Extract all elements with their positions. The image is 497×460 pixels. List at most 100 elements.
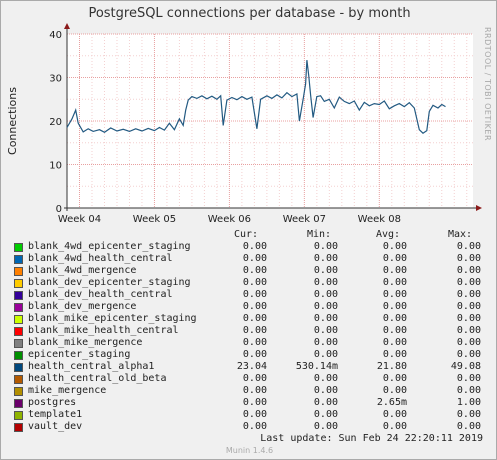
legend-value-cur: 0.00: [242, 325, 267, 336]
legend-swatch: [14, 255, 23, 264]
legend-row: health_central_alpha1 23.04 530.14m 21.80 49…: [1, 361, 496, 373]
legend-swatch: [14, 327, 23, 336]
legend-value-max: 0.00: [456, 265, 481, 276]
legend-value-avg: 0.00: [382, 277, 407, 288]
legend-value-min: 0.00: [313, 277, 338, 288]
legend-swatch: [14, 387, 23, 396]
legend-value-avg: 2.65m: [376, 397, 407, 408]
legend-swatch: [14, 303, 23, 312]
legend-row: postgres 0.00 0.00 2.65m 1.00: [1, 397, 496, 409]
legend-series-name: health_central_old_beta: [28, 373, 167, 384]
legend-value-min: 0.00: [313, 373, 338, 384]
legend-series-name: blank_4wd_health_central: [28, 253, 173, 264]
legend-value-cur: 0.00: [242, 385, 267, 396]
legend-value-cur: 0.00: [242, 409, 267, 420]
legend-value-min: 0.00: [313, 265, 338, 276]
legend-value-cur: 0.00: [242, 289, 267, 300]
legend-header-min: Min:: [307, 229, 332, 240]
legend-value-min: 0.00: [313, 253, 338, 264]
legend-value-cur: 0.00: [242, 397, 267, 408]
legend-value-cur: 0.00: [242, 421, 267, 432]
legend-series-name: postgres: [28, 397, 77, 408]
legend-series-name: epicenter_staging: [28, 349, 131, 360]
legend-value-avg: 0.00: [382, 373, 407, 384]
legend-value-avg: 0.00: [382, 241, 407, 252]
legend-value-min: 0.00: [313, 409, 338, 420]
legend-row: blank_4wd_mergence 0.00 0.00 0.00 0.00: [1, 265, 496, 277]
legend-swatch: [14, 399, 23, 408]
legend-swatch: [14, 267, 23, 276]
last-update: Last update: Sun Feb 24 22:20:11 2019: [260, 433, 483, 444]
legend-series-name: blank_mike_epicenter_staging: [28, 313, 197, 324]
legend-value-max: 1.00: [456, 397, 481, 408]
legend-swatch: [14, 375, 23, 384]
legend-swatch: [14, 339, 23, 348]
legend-series-name: blank_4wd_epicenter_staging: [28, 241, 191, 252]
legend-series-name: blank_dev_health_central: [28, 289, 173, 300]
y-axis-arrow: [64, 23, 70, 29]
legend-value-min: 0.00: [313, 241, 338, 252]
legend-swatch: [14, 279, 23, 288]
legend-value-max: 0.00: [456, 301, 481, 312]
legend-value-avg: 0.00: [382, 265, 407, 276]
legend-row: blank_dev_epicenter_staging 0.00 0.00 0.00 0…: [1, 277, 496, 289]
legend-swatch: [14, 423, 23, 432]
legend-swatch: [14, 291, 23, 300]
legend-row: blank_mike_mergence 0.00 0.00 0.00 0.00: [1, 337, 496, 349]
legend-value-min: 0.00: [313, 385, 338, 396]
legend-value-min: 0.00: [313, 313, 338, 324]
legend-value-cur: 0.00: [242, 241, 267, 252]
legend-row: blank_dev_health_central 0.00 0.00 0.00 0.00: [1, 289, 496, 301]
legend-row: blank_dev_mergence 0.00 0.00 0.00 0.00: [1, 301, 496, 313]
legend-value-max: 0.00: [456, 253, 481, 264]
y-tick-label: 20: [49, 117, 62, 128]
x-tick-label: Week 07: [283, 214, 326, 225]
rrdtool-watermark: RRDTOOL / TOBI OETIKER: [483, 27, 492, 141]
legend-value-cur: 0.00: [242, 253, 267, 264]
legend-row: blank_4wd_health_central 0.00 0.00 0.00 0.00: [1, 253, 496, 265]
x-tick-label: Week 06: [208, 214, 251, 225]
x-tick-label: Week 05: [133, 214, 176, 225]
legend-series-name: template1: [28, 409, 83, 420]
legend-value-min: 0.00: [313, 397, 338, 408]
legend-value-min: 0.00: [313, 349, 338, 360]
legend-row: blank_mike_health_central 0.00 0.00 0.00 0.0…: [1, 325, 496, 337]
legend-value-max: 0.00: [456, 313, 481, 324]
y-tick-label: 30: [49, 74, 62, 85]
legend-value-avg: 0.00: [382, 253, 407, 264]
legend-value-avg: 0.00: [382, 289, 407, 300]
legend-swatch: [14, 411, 23, 420]
legend-value-cur: 0.00: [242, 337, 267, 348]
legend-value-min: 0.00: [313, 337, 338, 348]
legend-value-avg: 21.80: [376, 361, 407, 372]
legend-value-max: 0.00: [456, 349, 481, 360]
legend-value-max: 0.00: [456, 289, 481, 300]
munin-version: Munin 1.4.6: [225, 446, 274, 455]
legend-value-max: 0.00: [456, 277, 481, 288]
legend-value-avg: 0.00: [382, 421, 407, 432]
legend-header-cur: Cur:: [234, 229, 259, 240]
legend-row: mike_mergence 0.00 0.00 0.00 0.00: [1, 385, 496, 397]
legend-series-name: blank_dev_mergence: [28, 301, 137, 312]
legend-series-name: blank_mike_mergence: [28, 337, 143, 348]
legend-value-max: 0.00: [456, 385, 481, 396]
chart-area: 010203040Week 04 Week 05 Week 06 Week 07 Wee…: [6, 23, 492, 225]
legend-value-cur: 0.00: [242, 373, 267, 384]
x-tick-label: Week 04: [58, 214, 101, 225]
legend-value-cur: 0.00: [242, 265, 267, 276]
legend-swatch: [14, 363, 23, 372]
legend-value-avg: 0.00: [382, 385, 407, 396]
legend-value-min: 0.00: [313, 421, 338, 432]
legend-swatch: [14, 243, 23, 252]
legend-value-avg: 0.00: [382, 325, 407, 336]
y-tick-label: 10: [49, 161, 62, 172]
y-tick-label: 40: [49, 30, 62, 41]
legend-value-max: 0.00: [456, 421, 481, 432]
legend-row: blank_mike_epicenter_staging 0.00 0.00 0.00…: [1, 313, 496, 325]
legend-value-max: 0.00: [456, 409, 481, 420]
legend-value-max: 0.00: [456, 373, 481, 384]
legend-series-name: health_central_alpha1: [28, 361, 155, 372]
legend-value-min: 530.14m: [295, 361, 338, 372]
legend-series-name: mike_mergence: [28, 385, 107, 396]
legend-value-max: 0.00: [456, 337, 481, 348]
